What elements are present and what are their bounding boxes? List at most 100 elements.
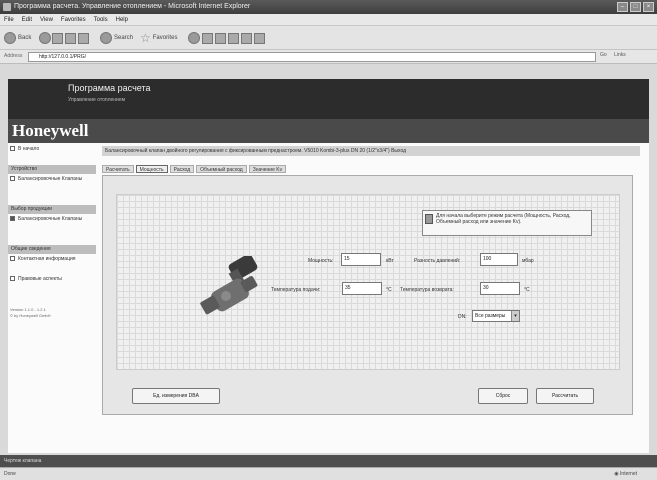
page-actions (52, 31, 89, 45)
refresh-icon[interactable] (65, 32, 76, 44)
globe-icon: ◉ (614, 471, 619, 477)
checkbox-icon (10, 176, 15, 182)
power-unit: кВт (386, 258, 394, 264)
sidebar-home-label: В начало (18, 146, 40, 152)
return-temp-unit: °C (524, 287, 530, 293)
pressure-diff-unit: мбар (522, 258, 534, 264)
page-subtitle: Управление отоплением (68, 97, 126, 103)
favorites-group: ☆ Favorites (140, 31, 177, 45)
return-temp-input[interactable]: 30 (480, 282, 520, 295)
tab-kv-value[interactable]: Значение Kv (248, 165, 287, 173)
dn-label: DN: (458, 314, 467, 320)
menu-bar: File Edit View Favorites Tools Help (0, 14, 657, 26)
reset-button[interactable]: Сброс (478, 388, 528, 404)
product-info-bar: Балансировочный клапан двойного регулиро… (102, 146, 640, 156)
return-temp-label: Температура возврата: (400, 287, 454, 293)
window-controls: – □ × (617, 2, 654, 12)
go-button[interactable]: Go (600, 52, 607, 58)
chevron-down-icon[interactable]: ▾ (511, 311, 519, 321)
calc-tabs: Расчитать Мощность Расход Объемный расхо… (102, 165, 287, 173)
browser-status-bar: Done ◉ Internet (0, 467, 657, 480)
nav-group: Back (4, 31, 52, 45)
tab-calculate[interactable]: Расчитать (102, 165, 134, 173)
sidebar-item-label: Балансировочные Клапаны (18, 216, 83, 222)
menu-help[interactable]: Help (116, 14, 128, 25)
search-button-label[interactable]: Search (114, 35, 133, 41)
hint-text: Для начала выберите режим расчета (Мощно… (436, 213, 571, 225)
home-icon[interactable] (78, 32, 89, 44)
print-icon[interactable] (215, 32, 226, 44)
tab-volume-flow[interactable]: Объемный расход (196, 165, 247, 173)
sidebar-item-valves-products[interactable]: Балансировочные Клапаны (10, 216, 94, 222)
dn-select[interactable]: Все размеры ▾ (472, 310, 520, 322)
valve-image (200, 256, 258, 315)
tab-power[interactable]: Мощность (135, 165, 168, 173)
checkbox-checked-icon (10, 216, 15, 222)
calculate-button[interactable]: Рассчитать (536, 388, 594, 404)
sidebar: В начало Устройство Балансировочные Клап… (8, 143, 96, 453)
supply-temp-label: Температура подачи: (271, 287, 321, 293)
sidebar-section-products: Выбор продукции (8, 205, 96, 214)
sidebar-item-contacts[interactable]: Контактная информация (10, 256, 94, 262)
supply-temp-input[interactable]: 35 (342, 282, 382, 295)
address-bar: Address http://127.0.0.1/PRG/ Go Links (0, 50, 657, 64)
sidebar-item-label: Правовые аспекты (18, 276, 62, 282)
supply-temp-unit: °C (386, 287, 392, 293)
checkbox-icon (10, 146, 15, 152)
back-button-label[interactable]: Back (18, 35, 31, 41)
forward-arrow-icon[interactable] (39, 32, 52, 44)
hint-box: Для начала выберите режим расчета (Мощно… (422, 210, 592, 236)
info-icon (425, 214, 433, 224)
sidebar-item-valves-device[interactable]: Балансировочные Клапаны (10, 176, 94, 182)
menu-view[interactable]: View (40, 14, 53, 25)
menu-file[interactable]: File (4, 14, 14, 25)
version-text: Version 1.1.0 - 1.2.1 (10, 307, 46, 312)
sidebar-item-label: Контактная информация (18, 256, 76, 262)
search-group: Search (100, 31, 133, 45)
history-icon[interactable] (188, 32, 200, 44)
menu-tools[interactable]: Tools (94, 14, 108, 25)
sidebar-item-label: Балансировочные Клапаны (18, 176, 83, 182)
window-title: Программа расчета. Управление отоплением… (14, 3, 251, 10)
minimize-button[interactable]: – (617, 2, 628, 12)
pressure-diff-label: Разность давлений: (414, 258, 461, 264)
pressure-diff-input[interactable]: 100 (480, 253, 518, 266)
valve-nut (221, 291, 231, 301)
units-button[interactable]: Ед. измерения DBA (132, 388, 220, 404)
checkbox-icon (10, 276, 15, 282)
search-icon[interactable] (100, 32, 112, 44)
copyright-text: © by Honeywell GmbH (10, 313, 51, 318)
stop-icon[interactable] (52, 32, 63, 44)
close-button[interactable]: × (643, 2, 654, 12)
menu-edit[interactable]: Edit (22, 14, 32, 25)
address-input[interactable]: http://127.0.0.1/PRG/ (28, 52, 596, 62)
tab-flow[interactable]: Расход (169, 165, 195, 173)
back-arrow-icon[interactable] (4, 32, 16, 44)
media-group (188, 31, 265, 45)
favorites-button-label[interactable]: Favorites (153, 35, 178, 41)
power-input[interactable]: 15 (341, 253, 381, 266)
address-label: Address (4, 53, 23, 59)
go-group: Go Links (600, 52, 626, 58)
messenger-icon[interactable] (254, 32, 265, 44)
star-icon[interactable]: ☆ (140, 31, 151, 45)
dn-select-value: Все размеры (475, 313, 506, 319)
browser-toolbar: Back Search ☆ Favorites (0, 26, 657, 50)
links-button[interactable]: Links (614, 52, 626, 58)
checkbox-icon (10, 256, 15, 262)
brand-logo: Honeywell (8, 119, 649, 143)
mail-icon[interactable] (202, 32, 213, 44)
discuss-icon[interactable] (241, 32, 252, 44)
window-titlebar: Программа расчета. Управление отоплением… (0, 0, 657, 14)
ie-app-icon (3, 3, 11, 11)
page-title: Программа расчета (68, 83, 151, 93)
menu-favorites[interactable]: Favorites (61, 14, 86, 25)
sidebar-section-device: Устройство (8, 165, 96, 174)
status-text: Done (4, 471, 16, 477)
maximize-button[interactable]: □ (630, 2, 641, 12)
sidebar-item-legal[interactable]: Правовые аспекты (10, 276, 94, 282)
sidebar-home[interactable]: В начало (10, 146, 39, 152)
edit-icon[interactable] (228, 32, 239, 44)
zone-label: Internet (620, 471, 637, 477)
power-label: Мощность: (308, 258, 334, 264)
